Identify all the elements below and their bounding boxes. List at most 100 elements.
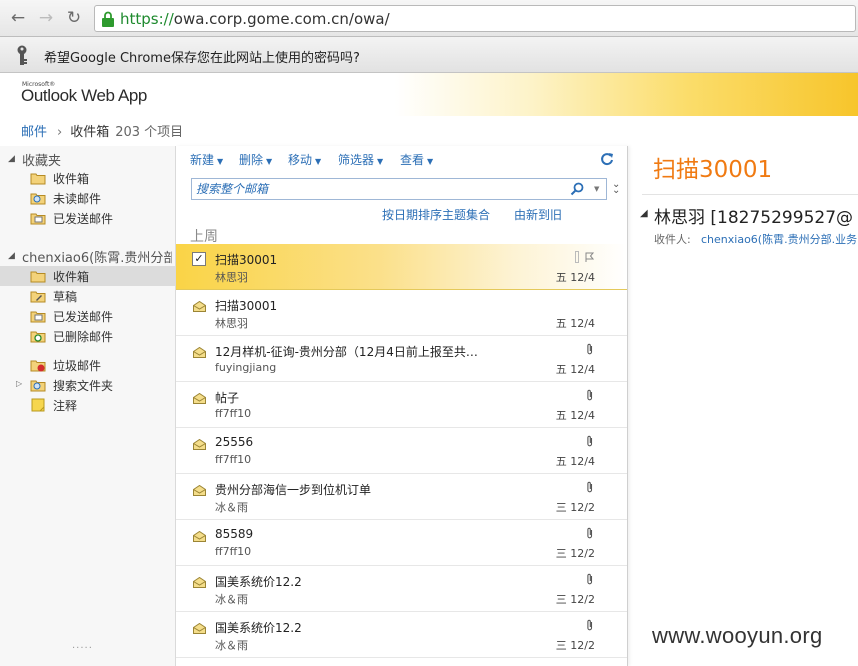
- group-header-last-week: 上周: [190, 229, 218, 245]
- collapse-triangle-icon[interactable]: ◢: [640, 208, 648, 219]
- message-row[interactable]: 贵州分部海信一步到位机订单 冰＆雨 三 12/2: [176, 474, 627, 520]
- folder-pane: ◢ 收藏夹 收件箱 未读邮件 已发送邮件 ◢ chenxiao6(陈霄.贵州分部…: [0, 146, 176, 666]
- dropdown-caret-icon: ▼: [377, 157, 384, 166]
- collapse-triangle-icon: ◢: [8, 251, 15, 261]
- fav-folder-inbox[interactable]: 收件箱: [0, 168, 175, 188]
- search-folder-icon: [30, 193, 46, 205]
- folder-icon: [30, 271, 46, 283]
- breadcrumb-mail-link[interactable]: 邮件: [21, 125, 47, 140]
- folder-deleted[interactable]: 已删除邮件: [0, 326, 175, 346]
- dropdown-caret-icon: ▼: [266, 157, 273, 166]
- folder-search[interactable]: ▷ 搜索文件夹: [0, 375, 175, 395]
- paperclip-icon: [587, 343, 593, 355]
- recipient-label: 收件人:: [654, 233, 691, 246]
- url-text: https://owa.corp.gome.com.cn/owa/: [120, 10, 390, 28]
- search-input[interactable]: [196, 181, 556, 197]
- notes-icon: [31, 398, 45, 412]
- checkbox-checked-icon[interactable]: ✓: [192, 252, 206, 266]
- expand-chevron-icon[interactable]: ⌄ ⌄: [612, 180, 620, 196]
- junk-folder-icon: [30, 360, 46, 372]
- recipient-link[interactable]: chenxiao6(陈霄.贵州分部.业务: [701, 231, 857, 247]
- filter-button[interactable]: 筛选器 ▼: [338, 151, 383, 168]
- drafts-folder-icon: [30, 291, 46, 303]
- category-slot[interactable]: [575, 251, 579, 263]
- message-row[interactable]: 国美系统价12.2 冰＆雨 三 12/2: [176, 566, 627, 612]
- message-subject: 国美系统价12.2: [215, 575, 302, 589]
- read-envelope-icon: [193, 301, 206, 312]
- search-options-caret-icon[interactable]: ▼: [594, 185, 599, 193]
- message-subject: 帖子: [215, 391, 240, 405]
- search-icon[interactable]: [570, 182, 584, 196]
- message-subject: 国美系统价12.2: [215, 621, 302, 635]
- read-envelope-icon: [193, 623, 206, 634]
- read-envelope-icon: [193, 485, 206, 496]
- message-row[interactable]: 25556 ff7ff10 五 12/4: [176, 428, 627, 474]
- folder-sent[interactable]: 已发送邮件: [0, 306, 175, 326]
- sort-order-link[interactable]: 由新到旧: [514, 206, 562, 223]
- message-sender: ff7ff10: [215, 453, 252, 466]
- key-icon: [17, 45, 27, 65]
- app-title: Outlook Web App: [21, 86, 147, 105]
- resize-handle[interactable]: ·····: [72, 643, 93, 654]
- watermark: www.wooyun.org: [652, 623, 823, 648]
- flag-icon[interactable]: [585, 252, 594, 262]
- fav-folder-sent[interactable]: 已发送邮件: [0, 208, 175, 228]
- dropdown-caret-icon: ▼: [217, 157, 224, 166]
- collapse-triangle-icon: ◢: [8, 154, 15, 164]
- address-bar[interactable]: https://owa.corp.gome.com.cn/owa/: [94, 5, 856, 32]
- message-date: 五 12/4: [555, 317, 595, 330]
- move-button[interactable]: 移动 ▼: [288, 151, 321, 168]
- message-sender: ff7ff10: [215, 407, 252, 420]
- dropdown-caret-icon: ▼: [427, 157, 434, 166]
- paperclip-icon: [587, 481, 593, 493]
- reload-icon[interactable]: ↻: [64, 8, 84, 28]
- recycle-folder-icon: [30, 331, 46, 343]
- lock-icon: [102, 11, 114, 27]
- expand-triangle-icon[interactable]: ▷: [16, 379, 22, 388]
- message-date: 三 12/2: [555, 639, 595, 652]
- paperclip-icon: [587, 573, 593, 585]
- message-date: 三 12/2: [555, 501, 595, 514]
- search-box: ▼: [191, 178, 607, 200]
- message-subject: 扫描30001: [215, 299, 278, 313]
- read-envelope-icon: [193, 439, 206, 450]
- folder-drafts[interactable]: 草稿: [0, 286, 175, 306]
- message-date: 五 12/4: [555, 271, 595, 284]
- read-envelope-icon: [193, 531, 206, 542]
- folder-inbox[interactable]: 收件箱: [0, 266, 175, 286]
- password-prompt-text: 希望Google Chrome保存您在此网站上使用的密码吗?: [44, 51, 360, 66]
- sent-folder-icon: [30, 213, 46, 225]
- sort-by-link[interactable]: 按日期排序主题集合: [382, 206, 490, 223]
- search-folder-icon: [30, 380, 46, 392]
- message-row[interactable]: 扫描30001 林思羽 五 12/4: [176, 290, 627, 336]
- breadcrumb-separator-icon: ›: [57, 125, 63, 140]
- back-arrow-icon[interactable]: ←: [8, 8, 28, 28]
- message-subject: 25556: [215, 435, 254, 449]
- message-row[interactable]: 帖子 ff7ff10 五 12/4: [176, 382, 627, 428]
- view-button[interactable]: 查看 ▼: [400, 151, 433, 168]
- message-sender: 冰＆雨: [215, 639, 248, 652]
- forward-arrow-icon[interactable]: →: [36, 8, 56, 28]
- message-row[interactable]: 12月样机-征询-贵州分部（12月4日前上报至共… fuyingjiang 五 12…: [176, 336, 627, 382]
- reading-sender[interactable]: 林思羽 [18275299527@: [654, 203, 853, 228]
- message-list-pane: 新建▼ 删除▼ 移动▼ 筛选器▼ 查看▼ ▼ ⌄⌄ 按日期排序主题集合 由新到旧…: [176, 146, 628, 666]
- browser-toolbar: ← → ↻ https://owa.corp.gome.com.cn/owa/: [0, 0, 858, 37]
- dropdown-caret-icon: ▼: [315, 157, 322, 166]
- message-row[interactable]: 85589 ff7ff10 三 12/2: [176, 520, 627, 566]
- message-sender: 冰＆雨: [215, 593, 248, 606]
- message-row[interactable]: ✓ 扫描30001 林思羽 五 12/4: [176, 244, 627, 290]
- read-envelope-icon: [193, 347, 206, 358]
- new-button[interactable]: 新建 ▼: [190, 151, 223, 168]
- message-sender: 林思羽: [215, 317, 248, 330]
- sent-folder-icon: [30, 311, 46, 323]
- read-envelope-icon: [193, 393, 206, 404]
- message-sender: fuyingjiang: [215, 361, 277, 374]
- message-subject: 贵州分部海信一步到位机订单: [215, 483, 372, 497]
- folder-notes[interactable]: 注释: [0, 395, 175, 415]
- message-row[interactable]: 国美系统价12.2 冰＆雨 三 12/2: [176, 612, 627, 658]
- save-password-infobar: 希望Google Chrome保存您在此网站上使用的密码吗?: [0, 37, 858, 73]
- fav-folder-unread[interactable]: 未读邮件: [0, 188, 175, 208]
- folder-junk[interactable]: 垃圾邮件: [0, 355, 175, 375]
- delete-button[interactable]: 删除 ▼: [239, 151, 272, 168]
- refresh-icon[interactable]: [600, 152, 614, 166]
